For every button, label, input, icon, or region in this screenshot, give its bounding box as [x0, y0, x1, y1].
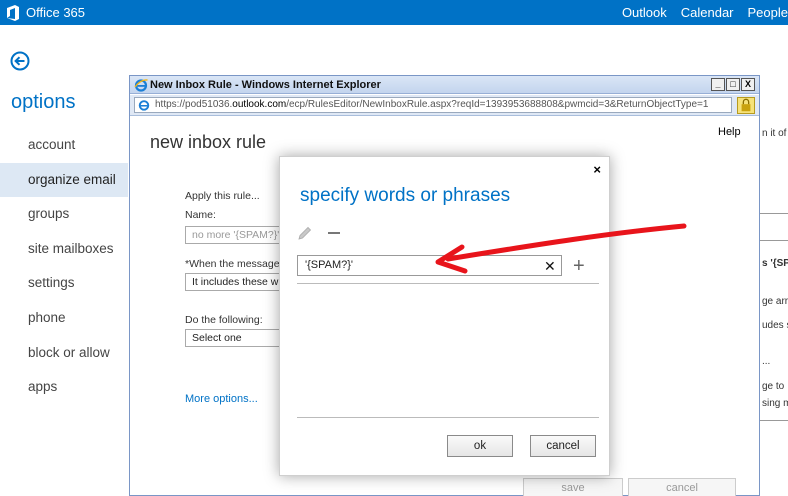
edit-pencil-icon[interactable]	[297, 225, 313, 241]
nav-calendar[interactable]: Calendar	[681, 5, 734, 20]
bg-text-fragment: udes s	[762, 320, 788, 331]
address-domain: outlook.com	[232, 99, 287, 110]
ie-page-icon	[138, 100, 150, 111]
rule-editor-title: new inbox rule	[150, 132, 267, 152]
ok-button[interactable]: ok	[447, 435, 513, 457]
dialog-title: specify words or phrases	[300, 185, 511, 206]
bg-text-fragment: ...	[762, 356, 771, 367]
save-button[interactable]: save	[523, 478, 623, 496]
bg-divider	[760, 420, 788, 421]
sidebar-item-groups[interactable]: groups	[0, 197, 128, 232]
phrase-list-bottom-border	[297, 417, 599, 418]
lock-icon[interactable]	[737, 97, 755, 114]
cancel-button[interactable]: cancel	[530, 435, 596, 457]
bg-text-fragment: sing m	[762, 398, 788, 409]
sidebar-item-block-or-allow[interactable]: block or allow	[0, 336, 128, 371]
ie-logo-icon	[134, 79, 148, 92]
when-message-label: *When the message	[185, 258, 280, 270]
phrase-list-top-border	[297, 283, 599, 284]
close-window-button[interactable]: X	[741, 78, 755, 91]
maximize-button[interactable]: □	[726, 78, 740, 91]
address-suffix: /ecp/RulesEditor/NewInboxRule.aspx?reqId…	[286, 99, 709, 110]
do-following-label: Do the following:	[185, 314, 263, 326]
condition-select[interactable]: It includes these w	[185, 273, 285, 291]
address-prefix: https://pod51036.	[155, 99, 233, 110]
name-label: Name:	[185, 209, 216, 221]
bg-text-fragment: ge to	[762, 381, 785, 392]
apply-rule-label: Apply this rule...	[185, 190, 260, 202]
bg-text-fragment: s '{SPA	[762, 258, 788, 269]
dialog-close-icon[interactable]: ×	[593, 162, 601, 177]
action-select[interactable]: Select one	[185, 329, 285, 347]
top-bar: Office 365 Outlook Calendar People	[0, 0, 788, 25]
sidebar-nav: account organize email groups site mailb…	[0, 128, 128, 405]
nav-outlook[interactable]: Outlook	[622, 5, 667, 20]
add-phrase-icon[interactable]: +	[573, 256, 585, 276]
sidebar-item-phone[interactable]: phone	[0, 301, 128, 336]
brand-name: Office 365	[26, 5, 86, 20]
window-controls: _ □ X	[711, 78, 755, 91]
address-bar: https://pod51036.outlook.com/ecp/RulesEd…	[130, 95, 759, 116]
page-title: options	[11, 91, 76, 113]
bg-divider	[760, 213, 788, 214]
clear-input-icon[interactable]: ✕	[544, 258, 556, 275]
sidebar-item-account[interactable]: account	[0, 128, 128, 163]
rule-name-input[interactable]: no more '{SPAM?}'	[185, 226, 285, 244]
phrase-input[interactable]: '{SPAM?}'	[297, 255, 562, 276]
top-nav: Outlook Calendar People	[622, 5, 788, 20]
office-logo-icon	[7, 4, 19, 21]
sidebar-item-settings[interactable]: settings	[0, 266, 128, 301]
sidebar-item-site-mailboxes[interactable]: site mailboxes	[0, 232, 128, 267]
ie-window-title: New Inbox Rule - Windows Internet Explor…	[150, 79, 381, 91]
sidebar-item-organize-email[interactable]: organize email	[0, 162, 128, 198]
minimize-button[interactable]: _	[711, 78, 725, 91]
bg-divider	[760, 240, 788, 241]
sidebar-item-apps[interactable]: apps	[0, 370, 128, 405]
bg-text-fragment: n it of	[762, 128, 787, 139]
cancel-rule-button[interactable]: cancel	[628, 478, 736, 496]
back-arrow-icon[interactable]	[10, 51, 30, 71]
help-link[interactable]: Help	[718, 126, 741, 138]
nav-people[interactable]: People	[748, 5, 788, 20]
more-options-link[interactable]: More options...	[185, 393, 258, 405]
bg-text-fragment: ge arri	[762, 296, 788, 307]
ie-title-bar[interactable]: New Inbox Rule - Windows Internet Explor…	[130, 76, 759, 94]
remove-minus-icon[interactable]	[328, 232, 340, 234]
address-field[interactable]: https://pod51036.outlook.com/ecp/RulesEd…	[134, 97, 732, 113]
brand[interactable]: Office 365	[6, 4, 85, 21]
specify-words-dialog: × specify words or phrases '{SPAM?}' ✕ +…	[279, 156, 610, 476]
